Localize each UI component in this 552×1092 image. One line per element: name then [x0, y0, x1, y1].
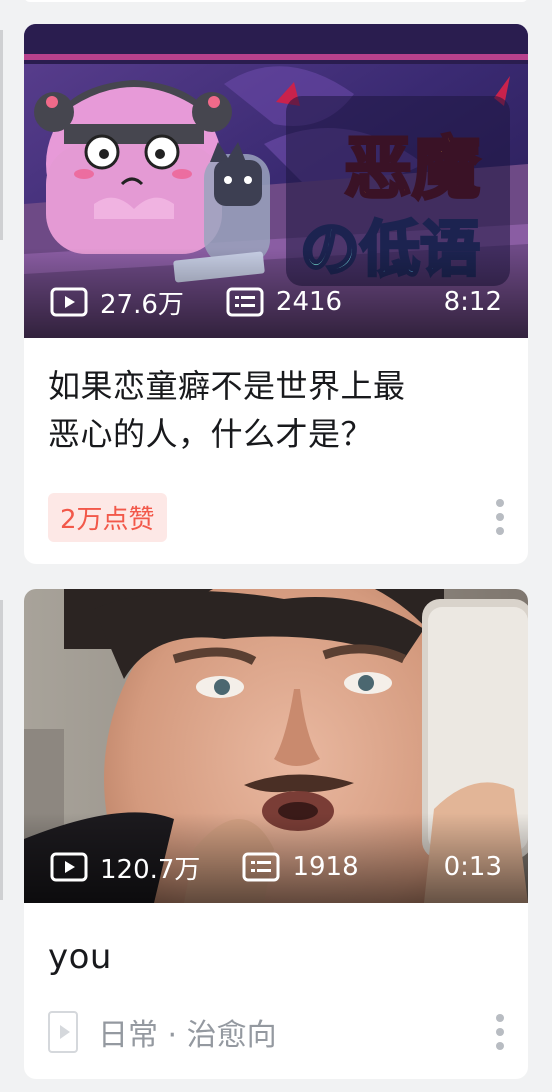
video-card[interactable]: 恶魔 の低语 27.6万 — [24, 24, 528, 564]
video-thumbnail[interactable]: 恶魔 の低语 27.6万 — [24, 24, 528, 338]
play-count-icon — [50, 287, 88, 317]
play-count: 27.6万 — [50, 284, 184, 321]
play-count-value: 120.7万 — [100, 854, 201, 885]
video-stats-bar: 27.6万 2416 8:12 — [24, 284, 528, 320]
play-count-icon — [50, 852, 88, 882]
play-count: 120.7万 — [50, 849, 200, 886]
video-duration: 8:12 — [443, 287, 502, 317]
video-title[interactable]: you — [48, 933, 502, 981]
play-count-value: 27.6万 — [100, 289, 184, 320]
video-duration: 0:13 — [443, 852, 502, 882]
video-title[interactable]: 如果恋童癖不是世界上最 恶心的人，什么才是？ — [48, 362, 502, 458]
thumbnail-title-line1: 恶魔 — [344, 130, 480, 209]
danmaku-count: 2416 — [226, 287, 342, 317]
danmaku-count-icon — [226, 287, 264, 317]
danmaku-count-icon — [242, 852, 280, 882]
like-badge: 2万点赞 — [48, 492, 167, 542]
previous-card-edge — [24, 0, 528, 2]
video-feed: 恶魔 の低语 27.6万 — [0, 0, 552, 1092]
more-vertical-icon[interactable] — [492, 1012, 508, 1052]
video-stats-bar: 120.7万 1918 0:13 — [24, 849, 528, 885]
video-tag[interactable]: 日常 · 治愈向 — [98, 1010, 277, 1054]
video-tag-icon — [48, 1011, 78, 1053]
video-title-line: 恶心的人，什么才是？ — [48, 415, 374, 453]
danmaku-count-value: 2416 — [275, 287, 343, 317]
video-thumbnail[interactable]: 120.7万 1918 0:13 — [24, 589, 528, 903]
video-title-line: 如果恋童癖不是世界上最 — [48, 367, 406, 405]
card-footer: 日常 · 治愈向 — [48, 1007, 508, 1057]
video-card[interactable]: 120.7万 1918 0:13 you 日常 · 治愈向 — [24, 589, 528, 1079]
left-column-edge — [0, 600, 3, 900]
danmaku-count-value: 1918 — [292, 852, 359, 882]
danmaku-count: 1918 — [242, 852, 359, 882]
left-column-edge — [0, 30, 3, 240]
card-footer: 2万点赞 — [48, 492, 508, 542]
more-vertical-icon[interactable] — [492, 497, 508, 537]
